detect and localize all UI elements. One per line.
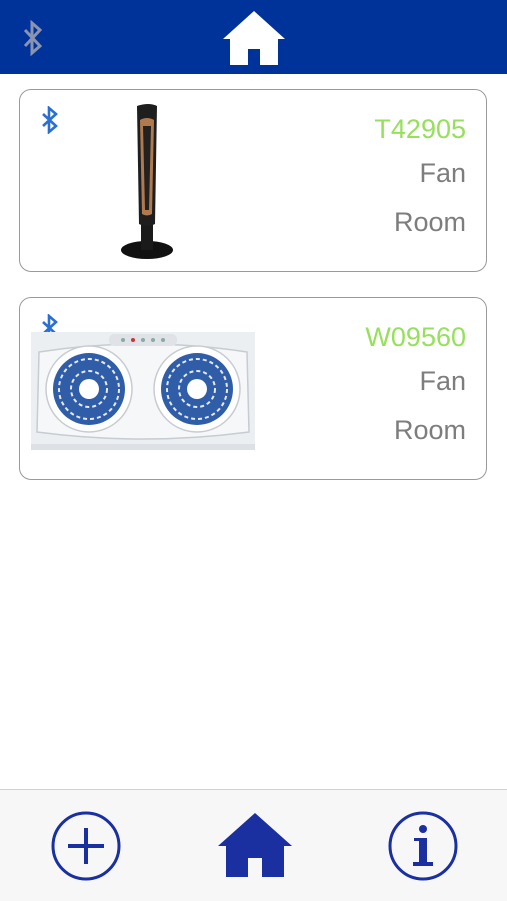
device-type: Fan xyxy=(419,158,466,188)
top-nav-bar xyxy=(0,0,507,74)
device-card-t42905[interactable]: T42905 Fan Room xyxy=(19,89,487,272)
tower-fan-image xyxy=(121,104,173,259)
device-model: W09560 xyxy=(365,322,466,352)
home-icon[interactable] xyxy=(222,10,286,66)
bottom-tab-bar xyxy=(0,789,507,901)
device-location: Room xyxy=(393,207,466,237)
device-type: Fan xyxy=(419,366,466,396)
bluetooth-icon xyxy=(42,106,58,134)
device-card-w09560[interactable]: W09560 Fan Room xyxy=(19,297,487,480)
device-model: T42905 xyxy=(374,114,466,144)
device-location: Room xyxy=(393,415,466,445)
bluetooth-icon[interactable] xyxy=(21,20,45,56)
info-circle-icon[interactable] xyxy=(387,810,459,882)
plus-circle-icon[interactable] xyxy=(50,810,122,882)
home-icon[interactable] xyxy=(217,812,293,878)
window-fan-image xyxy=(31,332,255,450)
